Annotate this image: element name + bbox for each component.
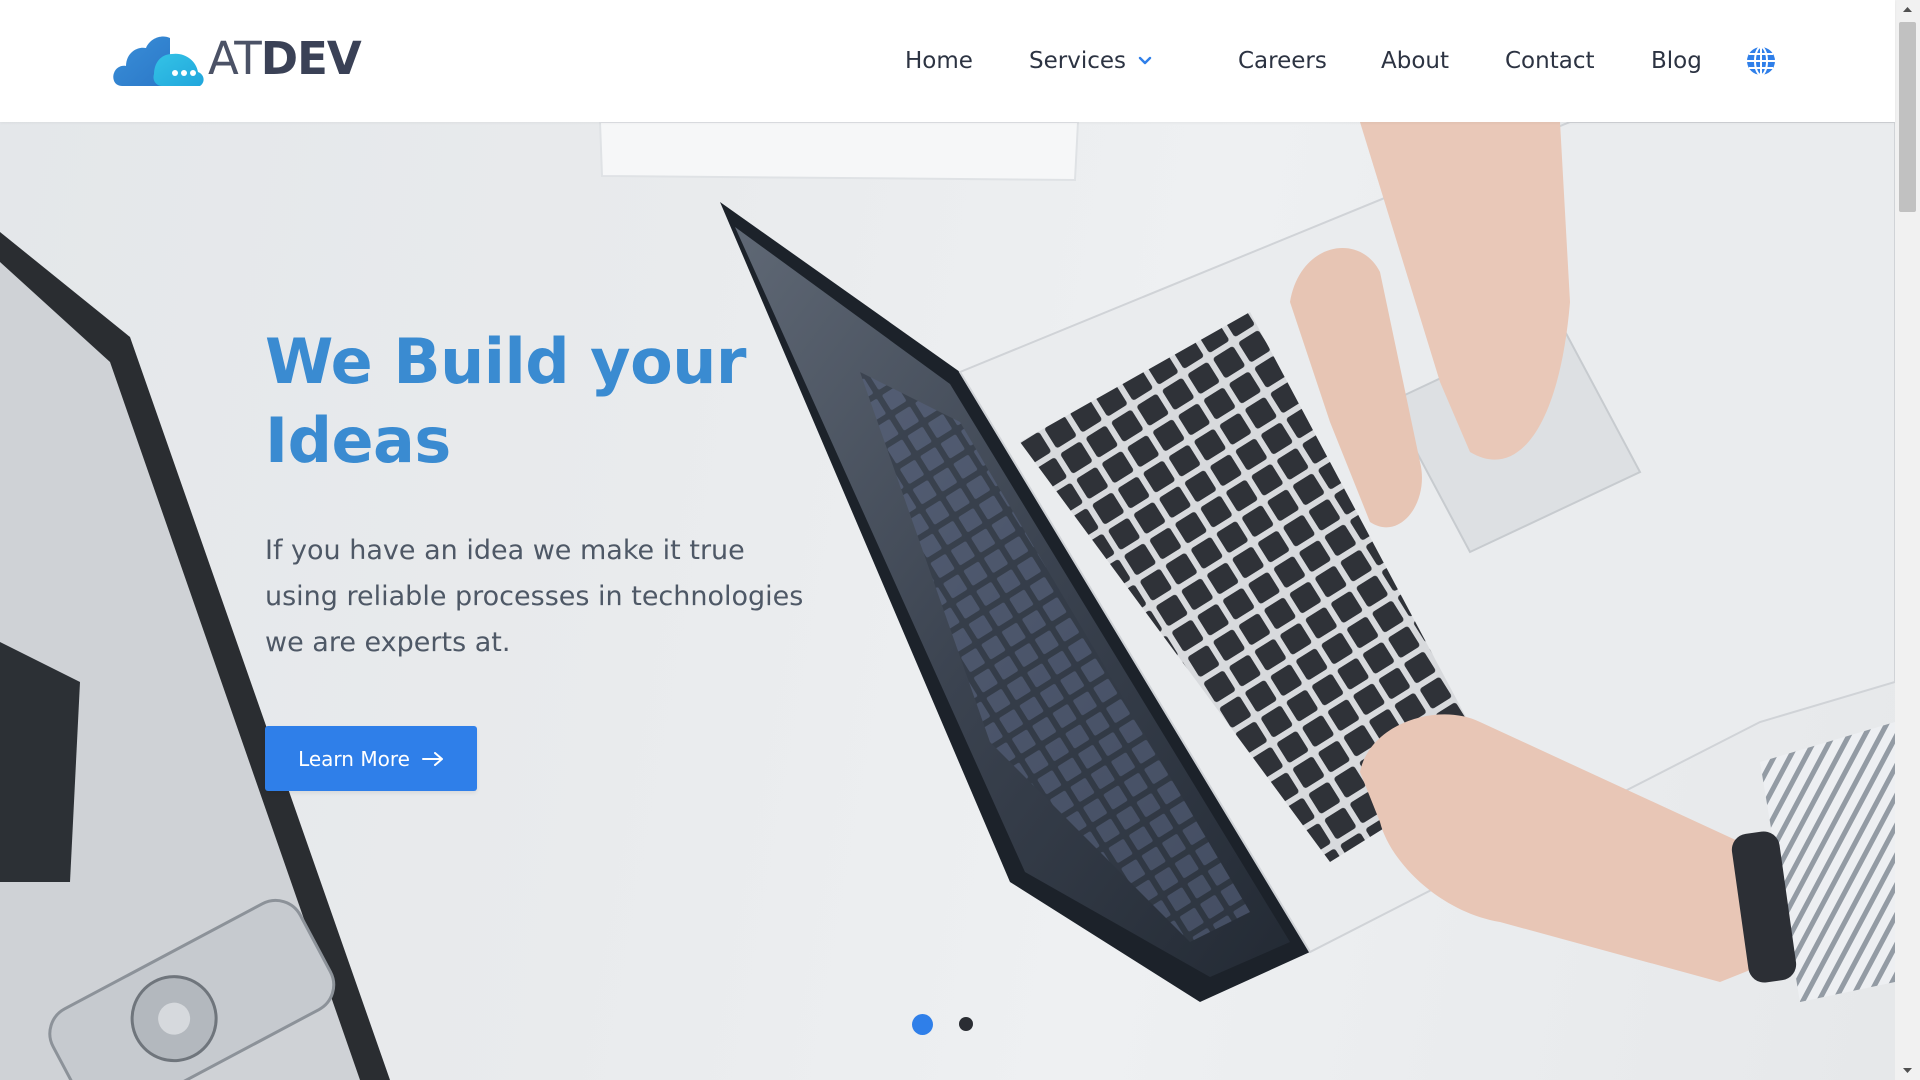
nav-blog-link[interactable]: Blog [1651,36,1702,86]
chevron-down-icon [1138,56,1152,65]
hero-slider: We Build your Ideas If you have an idea … [0,122,1895,1080]
nav-home-link[interactable]: Home [905,36,973,86]
logo-wordmark-at: AT [208,32,262,85]
scroll-up-arrow-icon[interactable] [1895,0,1920,20]
site-logo[interactable]: ATDEV [112,30,362,88]
hero-description: If you have an idea we make it true usin… [265,535,804,658]
logo-wordmark-dev: DEV [260,32,362,85]
hero-title-line-1: We Build your [265,325,746,398]
nav-services-label: Services [1029,48,1126,74]
nav-services-dropdown[interactable]: Services [1029,36,1152,86]
arrow-right-icon [421,751,443,766]
page: ATDEV Home Services Careers About Contac… [0,0,1920,1080]
slide-dot-2[interactable] [959,1017,973,1031]
logo-wordmark: ATDEV [208,30,362,88]
learn-more-button[interactable]: Learn More [265,726,477,791]
scroll-down-arrow-icon[interactable] [1895,1060,1920,1080]
hero-title-line-2: Ideas [265,404,451,477]
cloud-chat-icon [113,36,204,86]
nav-careers-link[interactable]: Careers [1238,36,1327,86]
slide-dot-1[interactable] [912,1013,933,1035]
learn-more-label: Learn More [298,746,410,771]
nav-about-link[interactable]: About [1381,36,1449,86]
hero-copy: We Build your Ideas If you have an idea … [265,322,865,666]
site-header: ATDEV Home Services Careers About Contac… [0,0,1895,122]
globe-icon[interactable] [1745,45,1777,77]
hero-title: We Build your Ideas [265,322,865,480]
slider-pagination [912,1013,973,1035]
scrollbar-thumb[interactable] [1899,22,1916,212]
page-scrollbar[interactable] [1895,0,1920,1080]
nav-contact-link[interactable]: Contact [1505,36,1594,86]
